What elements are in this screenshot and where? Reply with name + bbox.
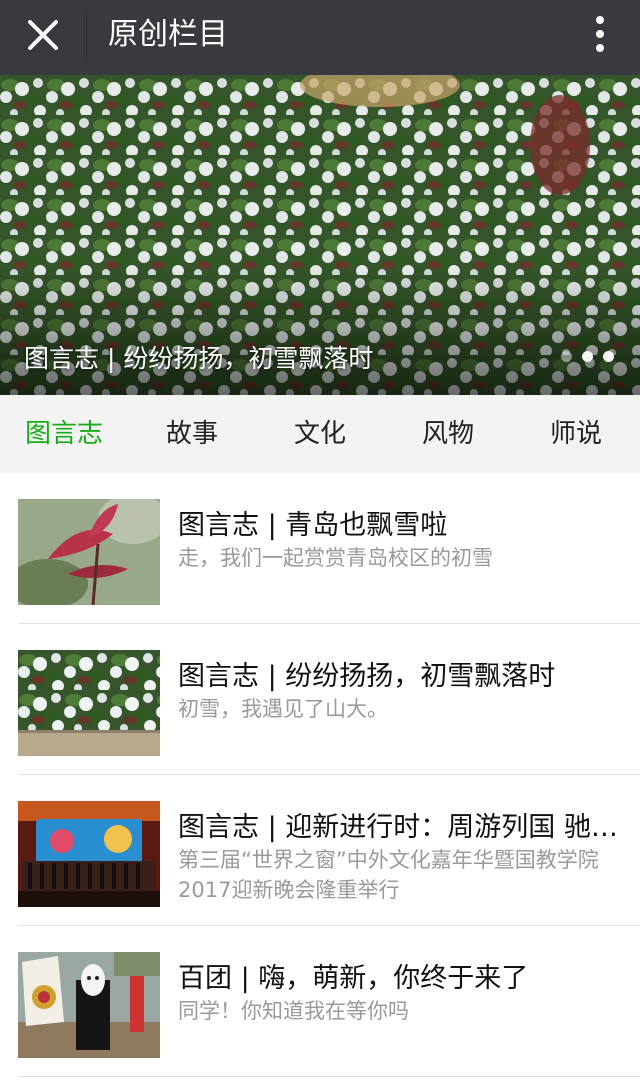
close-icon <box>28 20 58 50</box>
article-item[interactable]: 图言志 | 迎新进行时：周游列国 驰骋天下 第三届“世界之窗”中外文化嘉年华暨国… <box>0 775 640 926</box>
category-tabs: 图言志 故事 文化 风物 师说 <box>0 395 640 473</box>
more-button[interactable] <box>590 12 610 58</box>
tab-wenhua[interactable]: 文化 <box>256 395 384 473</box>
close-button[interactable] <box>20 12 66 58</box>
article-thumbnail <box>18 650 160 756</box>
tab-gushi[interactable]: 故事 <box>128 395 256 473</box>
list-divider <box>18 1076 640 1077</box>
banner-caption: 图言志 | 纷纷扬扬，初雪飘落时 <box>24 344 374 373</box>
article-thumbnail <box>18 499 160 605</box>
page-title: 原创栏目 <box>108 17 228 52</box>
article-title: 百团 | 嗨，萌新，你终于来了 <box>178 963 529 994</box>
article-description: 初雪，我遇见了山大。 <box>178 697 388 721</box>
article-title: 图言志 | 青岛也飘雪啦 <box>178 510 448 541</box>
carousel-indicator <box>561 351 614 362</box>
article-thumbnail <box>18 952 160 1058</box>
article-description: 同学！你知道我在等你吗 <box>178 999 409 1023</box>
article-item[interactable]: 百团 | 嗨，萌新，你终于来了 同学！你知道我在等你吗 <box>0 926 640 1077</box>
article-list: 图言志 | 青岛也飘雪啦 走，我们一起赏赏青岛校区的初雪 图言志 | 纷纷扬扬，… <box>0 473 640 1077</box>
article-title: 图言志 | 纷纷扬扬，初雪飘落时 <box>178 661 556 692</box>
banner-carousel[interactable]: 图言志 | 纷纷扬扬，初雪飘落时 <box>0 75 640 395</box>
article-title: 图言志 | 迎新进行时：周游列国 驰骋天下 <box>178 812 624 843</box>
article-description: 走，我们一起赏赏青岛校区的初雪 <box>178 546 493 570</box>
article-thumbnail <box>18 801 160 907</box>
top-bar: 原创栏目 <box>0 0 640 75</box>
tab-shishuo[interactable]: 师说 <box>512 395 640 473</box>
carousel-dot <box>603 351 614 362</box>
article-item[interactable]: 图言志 | 青岛也飘雪啦 走，我们一起赏赏青岛校区的初雪 <box>0 473 640 624</box>
header-divider <box>86 13 87 59</box>
tab-fengwu[interactable]: 风物 <box>384 395 512 473</box>
more-vertical-icon <box>590 16 610 52</box>
article-description: 第三届“世界之窗”中外文化嘉年华暨国教学院2017迎新晚会隆重举行 <box>178 848 599 902</box>
carousel-dot-active <box>582 351 593 362</box>
tab-tuyanzhi[interactable]: 图言志 <box>0 395 128 473</box>
carousel-dot <box>561 351 572 362</box>
article-item[interactable]: 图言志 | 纷纷扬扬，初雪飘落时 初雪，我遇见了山大。 <box>0 624 640 775</box>
